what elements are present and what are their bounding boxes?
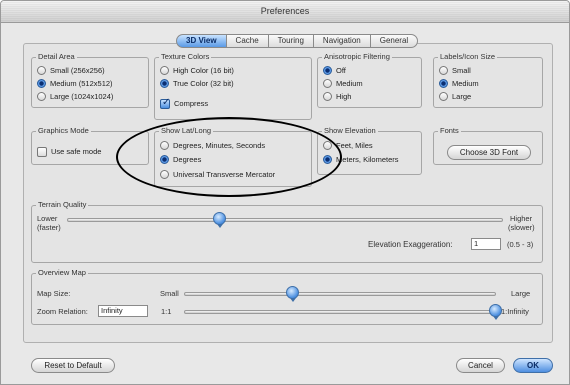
terrain-higher-label: Higher: [510, 214, 533, 223]
tab-3d-view[interactable]: 3D View: [176, 34, 226, 48]
radio-button[interactable]: [323, 141, 332, 150]
choose-3d-font-button[interactable]: Choose 3D Font: [447, 145, 531, 160]
graphics-mode-legend: Graphics Mode: [38, 126, 89, 135]
texture-high-color-option[interactable]: High Color (16 bit): [160, 65, 234, 76]
option-label: Off: [336, 66, 346, 75]
option-label: Medium (512x512): [50, 79, 113, 88]
option-label: Feet, Miles: [336, 141, 373, 150]
labels-icon-size-legend: Labels/Icon Size: [440, 52, 496, 61]
map-size-label: Map Size:: [37, 289, 71, 298]
option-label: Large: [452, 92, 472, 101]
fonts-legend: Fonts: [440, 126, 459, 135]
anisotropic-medium-option[interactable]: Medium: [323, 78, 363, 89]
option-label: Large (1024x1024): [50, 92, 114, 101]
radio-button[interactable]: [439, 66, 448, 75]
detail-area-large-option[interactable]: Large (1024x1024): [37, 91, 113, 102]
option-label: Small: [452, 66, 471, 75]
option-label: High: [336, 92, 352, 101]
tab-bar: 3D View Cache Touring Navigation General: [176, 34, 419, 48]
show-elevation-legend: Show Elevation: [324, 126, 376, 135]
compress-checkbox-row[interactable]: Compress: [160, 97, 209, 109]
radio-button-selected[interactable]: [160, 155, 169, 164]
zoom-relation-slider-track[interactable]: [184, 310, 496, 314]
anisotropic-off-option[interactable]: Off: [323, 65, 346, 76]
zoom-min-label: 1:1: [161, 307, 172, 316]
radio-button[interactable]: [439, 92, 448, 101]
show-elevation-group: Show Elevation: [317, 127, 422, 175]
detail-area-legend: Detail Area: [38, 52, 75, 61]
radio-button[interactable]: [160, 170, 169, 179]
map-size-slider-thumb[interactable]: [286, 286, 299, 302]
overview-map-legend: Overview Map: [38, 268, 86, 277]
option-label: Degrees, Minutes, Seconds: [173, 141, 266, 150]
reset-to-default-button[interactable]: Reset to Default: [31, 358, 115, 373]
terrain-quality-legend: Terrain Quality: [38, 200, 87, 209]
elevation-meters-km-option[interactable]: Meters, Kilometers: [323, 154, 399, 165]
safe-mode-checkbox-row[interactable]: Use safe mode: [37, 146, 101, 157]
radio-button[interactable]: [323, 92, 332, 101]
anisotropic-high-option[interactable]: High: [323, 91, 351, 102]
option-label: Medium: [336, 79, 363, 88]
detail-area-medium-option[interactable]: Medium (512x512): [37, 78, 113, 89]
option-label: High Color (16 bit): [173, 66, 234, 75]
texture-colors-legend: Texture Colors: [161, 52, 210, 61]
cancel-button[interactable]: Cancel: [456, 358, 505, 373]
zoom-max-label: 1:Infinity: [501, 307, 529, 316]
anisotropic-legend: Anisotropic Filtering: [324, 52, 390, 61]
radio-button-selected[interactable]: [323, 66, 332, 75]
terrain-quality-slider-thumb[interactable]: [213, 212, 226, 228]
lat-long-utm-option[interactable]: Universal Transverse Mercator: [160, 169, 275, 180]
safe-mode-label: Use safe mode: [51, 147, 102, 156]
option-label: Medium: [452, 79, 479, 88]
preferences-window: Preferences 3D View Cache Touring Naviga…: [0, 0, 570, 385]
safe-mode-checkbox[interactable]: [37, 146, 47, 157]
radio-button[interactable]: [37, 92, 46, 101]
radio-button[interactable]: [37, 66, 46, 75]
option-label: Meters, Kilometers: [336, 155, 399, 164]
terrain-quality-group: Terrain Quality: [31, 201, 543, 263]
terrain-faster-label: (faster): [37, 223, 61, 232]
ok-button[interactable]: OK: [513, 358, 553, 373]
tab-general[interactable]: General: [369, 34, 419, 48]
option-label: True Color (32 bit): [173, 79, 234, 88]
compress-checkbox[interactable]: [160, 97, 170, 109]
radio-button[interactable]: [160, 66, 169, 75]
elevation-range-label: (0.5 - 3): [507, 240, 534, 249]
radio-button-selected[interactable]: [439, 79, 448, 88]
radio-button[interactable]: [160, 141, 169, 150]
labels-medium-option[interactable]: Medium: [439, 78, 479, 89]
lat-long-dms-option[interactable]: Degrees, Minutes, Seconds: [160, 140, 265, 151]
compress-label: Compress: [174, 99, 209, 108]
elevation-exaggeration-input[interactable]: 1: [471, 238, 501, 250]
terrain-slower-label: (slower): [508, 223, 535, 232]
elevation-exaggeration-label: Elevation Exaggeration:: [368, 240, 453, 249]
detail-area-small-option[interactable]: Small (256x256): [37, 65, 105, 76]
elevation-feet-miles-option[interactable]: Feet, Miles: [323, 140, 373, 151]
show-lat-long-legend: Show Lat/Long: [161, 126, 212, 135]
option-label: Universal Transverse Mercator: [173, 170, 276, 179]
tab-navigation[interactable]: Navigation: [312, 34, 370, 48]
radio-button-selected[interactable]: [160, 79, 169, 88]
option-label: Degrees: [173, 155, 202, 164]
labels-small-option[interactable]: Small: [439, 65, 471, 76]
tab-touring[interactable]: Touring: [267, 34, 313, 48]
option-label: Small (256x256): [50, 66, 105, 75]
title-bar[interactable]: Preferences: [1, 1, 569, 23]
labels-large-option[interactable]: Large: [439, 91, 471, 102]
radio-button-selected[interactable]: [323, 155, 332, 164]
texture-true-color-option[interactable]: True Color (32 bit): [160, 78, 234, 89]
radio-button-selected[interactable]: [37, 79, 46, 88]
zoom-relation-input[interactable]: Infinity: [98, 305, 148, 317]
radio-button[interactable]: [323, 79, 332, 88]
window-title: Preferences: [260, 6, 310, 16]
map-size-slider-track[interactable]: [184, 292, 496, 296]
terrain-quality-slider-track[interactable]: [67, 218, 503, 222]
lat-long-degrees-option[interactable]: Degrees: [160, 154, 201, 165]
terrain-lower-label: Lower: [37, 214, 58, 223]
map-size-small-label: Small: [160, 289, 179, 298]
tab-cache[interactable]: Cache: [225, 34, 268, 48]
map-size-large-label: Large: [511, 289, 531, 298]
zoom-relation-label: Zoom Relation:: [37, 307, 88, 316]
